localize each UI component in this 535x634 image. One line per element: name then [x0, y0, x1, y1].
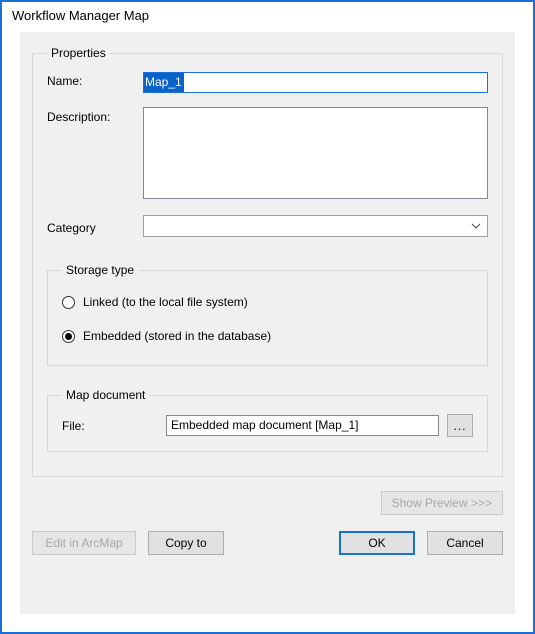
file-input[interactable]: Embedded map document [Map_1] — [166, 415, 439, 436]
dialog-body: Properties Name: Map_1 Description: Cate… — [20, 32, 515, 614]
storage-legend: Storage type — [62, 263, 138, 277]
name-input[interactable]: Map_1 — [143, 72, 488, 93]
storage-type-group: Storage type Linked (to the local file s… — [47, 263, 488, 366]
storage-embedded-label: Embedded (stored in the database) — [83, 329, 271, 343]
name-label: Name: — [47, 72, 143, 88]
category-select[interactable] — [143, 215, 488, 237]
category-label: Category — [47, 218, 143, 235]
properties-legend: Properties — [47, 46, 110, 60]
mapdoc-legend: Map document — [62, 388, 149, 402]
name-row: Name: Map_1 — [47, 72, 488, 93]
chevron-down-icon — [471, 221, 481, 231]
copy-to-button[interactable]: Copy to — [148, 531, 224, 555]
window-title: Workflow Manager Map — [2, 2, 533, 27]
cancel-button[interactable]: Cancel — [427, 531, 503, 555]
browse-button[interactable]: ... — [447, 414, 473, 437]
properties-group: Properties Name: Map_1 Description: Cate… — [32, 46, 503, 477]
category-row: Category — [47, 215, 488, 237]
dialog-window: Workflow Manager Map Properties Name: Ma… — [0, 0, 535, 634]
map-document-group: Map document File: Embedded map document… — [47, 388, 488, 452]
radio-unchecked-icon — [62, 296, 75, 309]
button-bar: Edit in ArcMap Copy to OK Cancel — [32, 531, 503, 555]
name-input-selection: Map_1 — [144, 73, 184, 92]
description-input[interactable] — [143, 107, 488, 199]
file-label: File: — [62, 419, 158, 433]
storage-linked-label: Linked (to the local file system) — [83, 295, 248, 309]
show-preview-button: Show Preview >>> — [381, 491, 503, 515]
radio-checked-icon — [62, 330, 75, 343]
file-row: File: Embedded map document [Map_1] ... — [62, 414, 473, 437]
description-label: Description: — [47, 107, 143, 124]
description-row: Description: — [47, 107, 488, 199]
preview-row: Show Preview >>> — [32, 491, 503, 515]
storage-embedded-option[interactable]: Embedded (stored in the database) — [62, 329, 473, 343]
ok-button[interactable]: OK — [339, 531, 415, 555]
edit-in-arcmap-button: Edit in ArcMap — [32, 531, 136, 555]
storage-linked-option[interactable]: Linked (to the local file system) — [62, 295, 473, 309]
